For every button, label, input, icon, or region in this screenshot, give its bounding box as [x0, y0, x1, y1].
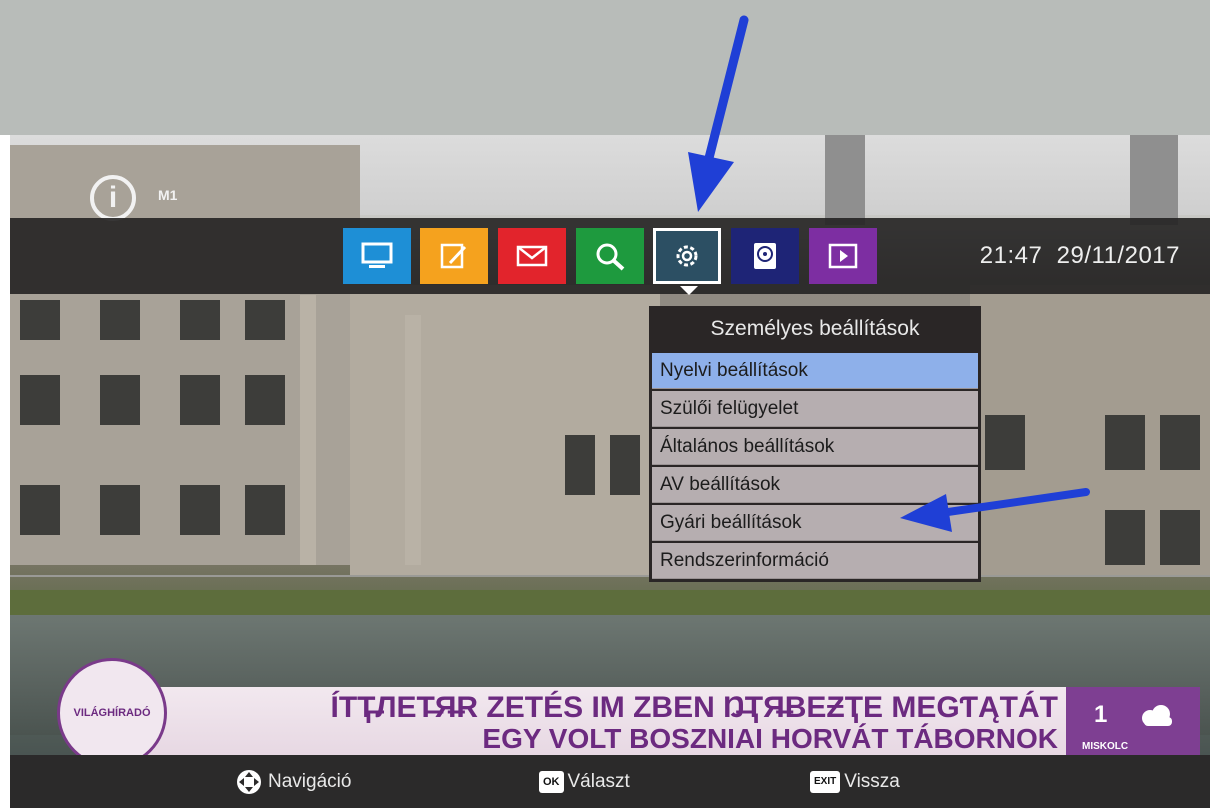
annotation-arrow-left-icon [900, 488, 1090, 532]
selection-pointer [680, 286, 698, 295]
submenu-item-language[interactable]: Nyelvi beállítások [652, 353, 978, 389]
menu-tile-settings[interactable] [653, 228, 721, 284]
play-icon [828, 243, 858, 269]
tv-icon [361, 242, 393, 268]
menu-tile-edit[interactable] [420, 228, 488, 284]
channel-logo-icon: i [90, 175, 136, 221]
hint-exit-label: Vissza [844, 770, 900, 792]
datetime: 21:47 29/11/2017 [980, 242, 1180, 270]
menu-tile-media[interactable] [809, 228, 877, 284]
ok-key-icon: OK [539, 770, 564, 793]
submenu-item-parental-control[interactable]: Szülői felügyelet [652, 391, 978, 427]
menu-tile-tv[interactable] [343, 228, 411, 284]
news-ticker: ÍTҬ̶ЛЕТ̶Я̶R ZETÉS IM ZBEN Ŋ̶ҬЯ̶BEƵҬE MEG… [10, 687, 1210, 755]
ticker-headline-2: EGY VOLT BOSZNIAI HORVÁT TÁBORNOK [482, 723, 1058, 754]
gear-icon [676, 245, 698, 267]
ticker-band: ÍTҬ̶ЛЕТ̶Я̶R ZETÉS IM ZBEN Ŋ̶ҬЯ̶BEƵҬE MEG… [130, 687, 1070, 755]
exit-key-icon: EXIT [810, 770, 841, 793]
news-badge-logo: VILÁGHÍRADÓ [57, 658, 167, 768]
clock-date: 29/11/2017 [1056, 242, 1180, 269]
hint-navigation-label: Navigáció [268, 770, 352, 792]
submenu-title: Személyes beállítások [710, 317, 920, 340]
menu-tile-mail[interactable] [498, 228, 566, 284]
hint-navigation: Navigáció [236, 755, 351, 808]
navigation-dpad-icon [237, 769, 261, 794]
main-menu-bar: 21:47 29/11/2017 [10, 218, 1210, 295]
grass [10, 590, 1210, 618]
chimney [1130, 135, 1178, 225]
hint-ok-label: Választ [567, 770, 630, 792]
weather-city: MISKOLC [1082, 741, 1129, 752]
menu-tile-storage[interactable] [731, 228, 799, 284]
settings-submenu: Személyes beállítások Nyelvi beállítások… [649, 306, 981, 582]
building-center [350, 285, 660, 575]
annotation-arrow-down-icon [688, 15, 749, 212]
menu-tile-search[interactable] [576, 228, 644, 284]
cloud-icon [1142, 705, 1172, 726]
mail-icon [516, 245, 548, 267]
hint-exit: EXIT Vissza [810, 755, 900, 808]
clock-time: 21:47 [979, 242, 1043, 269]
bottom-hint-bar: Navigáció OK Választ EXIT Vissza [10, 755, 1210, 808]
channel-name: M1 [158, 187, 178, 203]
weather-box: 1 MISKOLC [1066, 687, 1200, 755]
top-blank-band [0, 0, 1210, 135]
hint-ok: OK Választ [539, 755, 630, 808]
edit-icon [440, 243, 467, 269]
hdd-icon [754, 243, 776, 269]
ticker-headline-1: ÍTҬ̶ЛЕТ̶Я̶R ZETÉS IM ZBEN Ŋ̶ҬЯ̶BEƵҬE MEG… [330, 691, 1059, 724]
submenu-item-system-info[interactable]: Rendszerinformáció [652, 543, 978, 579]
search-icon [596, 243, 625, 271]
submenu-item-general[interactable]: Általános beállítások [652, 429, 978, 465]
weather-temperature: 1 [1094, 701, 1108, 728]
chimney [825, 135, 865, 225]
